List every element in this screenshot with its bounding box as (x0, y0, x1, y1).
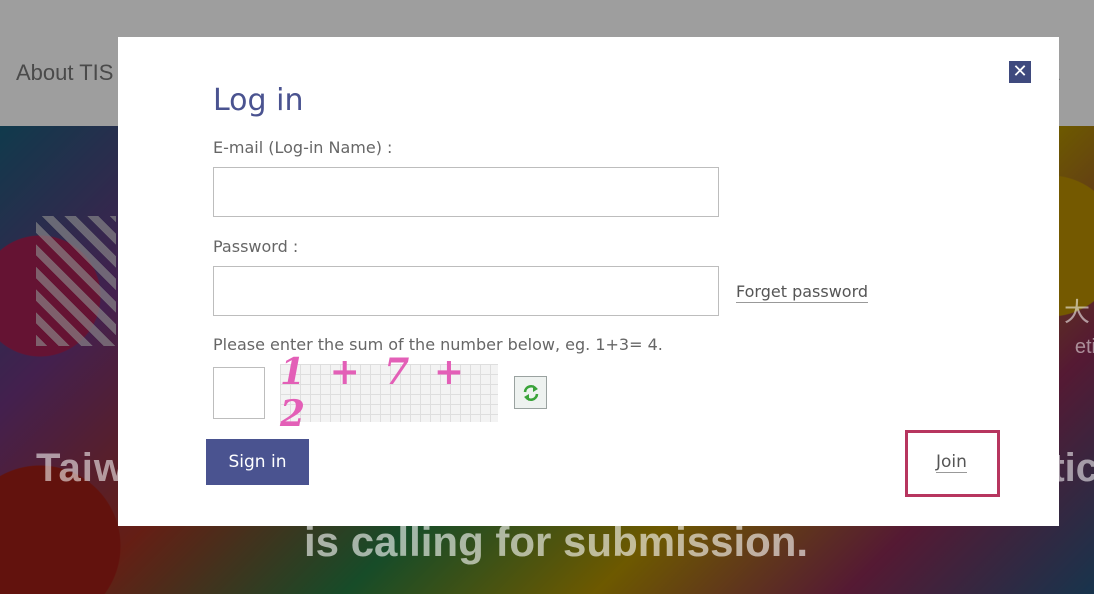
captcha-text: 1 + 7 + 2 (280, 351, 471, 435)
password-field[interactable] (213, 266, 719, 316)
join-link[interactable]: Join (936, 452, 967, 473)
forgot-password-link[interactable]: Forget password (736, 282, 869, 303)
captcha-image: 1 + 7 + 2 (280, 351, 498, 435)
captcha-field[interactable] (213, 367, 265, 419)
close-icon[interactable]: ✕ (1009, 61, 1031, 83)
password-label: Password : (213, 237, 299, 256)
email-label: E-mail (Log-in Name) : (213, 138, 393, 157)
nav-link-about[interactable]: About TIS (16, 60, 113, 86)
sign-in-button[interactable]: Sign in (206, 439, 309, 485)
hero-side-text: eti (1074, 336, 1094, 358)
login-modal: ✕ Log in E-mail (Log-in Name) : Password… (118, 37, 1059, 526)
refresh-icon (523, 384, 538, 401)
hero-side-cjk: 大 (1063, 298, 1090, 328)
modal-title: Log in (213, 83, 304, 118)
email-field[interactable] (213, 167, 719, 217)
refresh-captcha-button[interactable] (514, 376, 547, 409)
hero-title-left: Taiw (36, 446, 126, 490)
